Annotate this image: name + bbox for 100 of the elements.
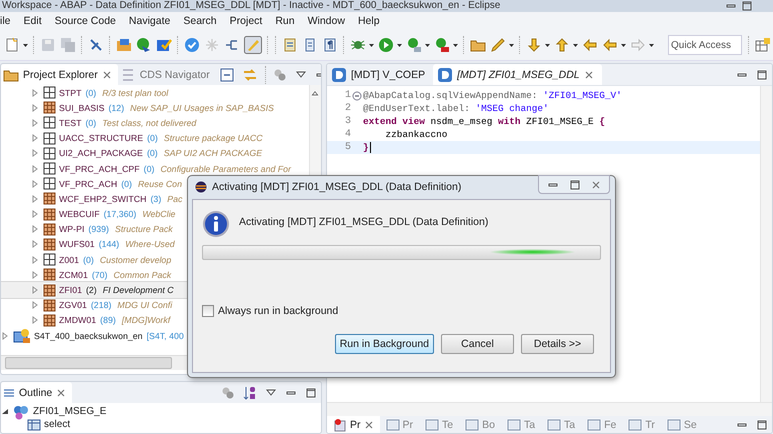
- menu-item[interactable]: Navigate: [122, 15, 176, 27]
- package-name[interactable]: ZCM01: [59, 270, 88, 280]
- tree-row[interactable]: Z001 (0) Customer develop: [1, 252, 309, 268]
- package-name[interactable]: Z001: [59, 254, 80, 265]
- perspective-icon[interactable]: [755, 37, 771, 53]
- restore-icon[interactable]: [569, 178, 581, 190]
- package-name[interactable]: VF_PRC_ACH_CPF: [59, 164, 140, 174]
- expand-arrow-icon[interactable]: [31, 315, 39, 326]
- expand-arrow-icon[interactable]: [31, 194, 39, 204]
- outline-item[interactable]: select: [44, 419, 70, 430]
- project-name[interactable]: S4T_400_baecksukwon_en: [34, 330, 143, 341]
- expand-arrow-icon[interactable]: [31, 164, 39, 174]
- tree-row[interactable]: WUFS01 (144) Where-Used: [1, 236, 309, 252]
- maximize-icon[interactable]: [756, 418, 768, 430]
- outline-item[interactable]: ZFI01_MSEG_E: [33, 406, 106, 417]
- menu-item[interactable]: Help: [350, 15, 386, 27]
- tree-row[interactable]: ZCM01 (70) Common Pack: [1, 267, 309, 282]
- paragraph-icon[interactable]: [322, 37, 338, 53]
- expand-arrow-icon[interactable]: [31, 254, 39, 265]
- menu-item[interactable]: Search: [176, 15, 223, 27]
- package-name[interactable]: ZGV01: [59, 300, 87, 310]
- tree-row[interactable]: STPT (0) R/3 test plan tool: [1, 85, 309, 100]
- menu-item[interactable]: Edit: [16, 15, 48, 27]
- sort-icon[interactable]: [243, 384, 257, 400]
- tree-row[interactable]: SUI_BASIS (12) New SAP_UI Usages in SAP_BASIS: [1, 100, 309, 116]
- folder-check-icon[interactable]: [156, 37, 172, 53]
- expand-arrow-icon[interactable]: [1, 330, 9, 341]
- package-name[interactable]: WEBCUIF: [59, 209, 100, 220]
- back-icon[interactable]: [602, 37, 618, 53]
- expand-arrow-icon[interactable]: [31, 118, 39, 128]
- expand-arrow-icon[interactable]: [31, 224, 39, 234]
- collapse-arrow-icon[interactable]: [1, 406, 9, 416]
- expand-arrow-icon[interactable]: [31, 209, 39, 220]
- view-menu-icon[interactable]: [294, 68, 307, 80]
- package-name[interactable]: VF_PRC_ACH: [59, 178, 118, 189]
- package-name[interactable]: UI2_ACH_PACKAGE: [59, 148, 143, 158]
- view-tab[interactable]: Pr: [327, 416, 380, 433]
- horizontal-scrollbar[interactable]: [327, 402, 772, 416]
- view-tab[interactable]: CDS Navigator: [118, 64, 216, 85]
- view-tab[interactable]: Outline: [1, 382, 72, 403]
- pencil-icon[interactable]: [490, 37, 506, 53]
- package-name[interactable]: ZMDW01: [59, 315, 96, 326]
- close-icon[interactable]: [56, 388, 66, 398]
- package-name[interactable]: TEST: [59, 118, 82, 128]
- editor-tab[interactable]: [MDT] ZFI01_MSEG_DDL: [433, 64, 602, 85]
- view-tab[interactable]: Project Explorer: [1, 64, 118, 85]
- expand-arrow-icon[interactable]: [31, 178, 39, 189]
- editor-tab[interactable]: [MDT] V_COEP: [327, 64, 434, 85]
- expand-arrow-icon[interactable]: [31, 88, 39, 98]
- circles-icon[interactable]: [272, 68, 287, 82]
- maximize-icon[interactable]: [756, 68, 768, 80]
- package-name[interactable]: WP-PI: [59, 224, 84, 234]
- package-name[interactable]: ZFI01: [59, 285, 82, 296]
- close-icon[interactable]: [102, 70, 112, 80]
- checkbox-label[interactable]: Always run in background: [202, 305, 601, 317]
- checkbox[interactable]: [202, 305, 214, 317]
- maximize-icon[interactable]: [305, 386, 317, 398]
- close-icon[interactable]: [364, 420, 374, 430]
- vertical-scrollbar[interactable]: [760, 86, 772, 402]
- dialog-button[interactable]: Cancel: [441, 334, 514, 354]
- package-name[interactable]: WCF_EHP2_SWITCH: [59, 194, 146, 204]
- quick-access-field[interactable]: Quick Access: [668, 35, 742, 55]
- menu-item[interactable]: Source Code: [48, 15, 122, 27]
- expand-arrow-icon[interactable]: [31, 270, 39, 280]
- expand-arrow-icon[interactable]: [31, 133, 39, 144]
- scrollbar-thumb[interactable]: [5, 357, 172, 369]
- brush-icon[interactable]: [244, 36, 262, 54]
- tree-row[interactable]: TEST (0) Test class, not delivered: [1, 115, 309, 131]
- package-name[interactable]: STPT: [59, 88, 82, 98]
- folder-icon[interactable]: [116, 37, 132, 53]
- package-name[interactable]: WUFS01: [59, 239, 95, 250]
- expand-arrow-icon[interactable]: [31, 102, 39, 113]
- maximize-icon[interactable]: [741, 0, 753, 12]
- close-icon[interactable]: [591, 180, 601, 190]
- expand-arrow-icon[interactable]: [31, 239, 39, 250]
- scroll-up-icon[interactable]: [311, 89, 319, 97]
- back-icon[interactable]: [582, 37, 598, 53]
- expand-arrow-icon[interactable]: [31, 300, 39, 310]
- view-menu-icon[interactable]: [265, 386, 277, 398]
- tree-row[interactable]: VF_PRC_ACH_CPF (0) Configurable Parameters and For: [1, 160, 309, 176]
- check-icon[interactable]: [184, 37, 200, 53]
- arrow-up-icon[interactable]: [554, 37, 570, 53]
- menu-item[interactable]: Run: [268, 15, 301, 27]
- package-name[interactable]: SUI_BASIS: [59, 102, 104, 113]
- expand-arrow-icon[interactable]: [31, 285, 39, 296]
- tree-row[interactable]: UACC_STRUCTURE (0) Structure package UACC: [1, 130, 309, 146]
- package-name[interactable]: UACC_STRUCTURE: [59, 133, 144, 144]
- tree-row[interactable]: UI2_ACH_PACKAGE (0) SAP UI2 ACH PACKAGE: [1, 146, 309, 161]
- collapse-all-icon[interactable]: [220, 68, 234, 82]
- document-icon[interactable]: [282, 37, 298, 53]
- menu-item[interactable]: ile: [0, 15, 17, 27]
- menu-item[interactable]: Window: [300, 15, 351, 27]
- menu-item[interactable]: Project: [222, 15, 268, 27]
- expand-arrow-icon[interactable]: [31, 148, 39, 158]
- arrow-down-icon[interactable]: [526, 37, 542, 53]
- close-icon[interactable]: [584, 70, 594, 80]
- fold-icon[interactable]: [352, 90, 362, 100]
- dialog-button[interactable]: Details >>: [521, 334, 594, 354]
- circles-icon[interactable]: [221, 386, 235, 400]
- dialog-button[interactable]: Run in Background: [334, 334, 434, 354]
